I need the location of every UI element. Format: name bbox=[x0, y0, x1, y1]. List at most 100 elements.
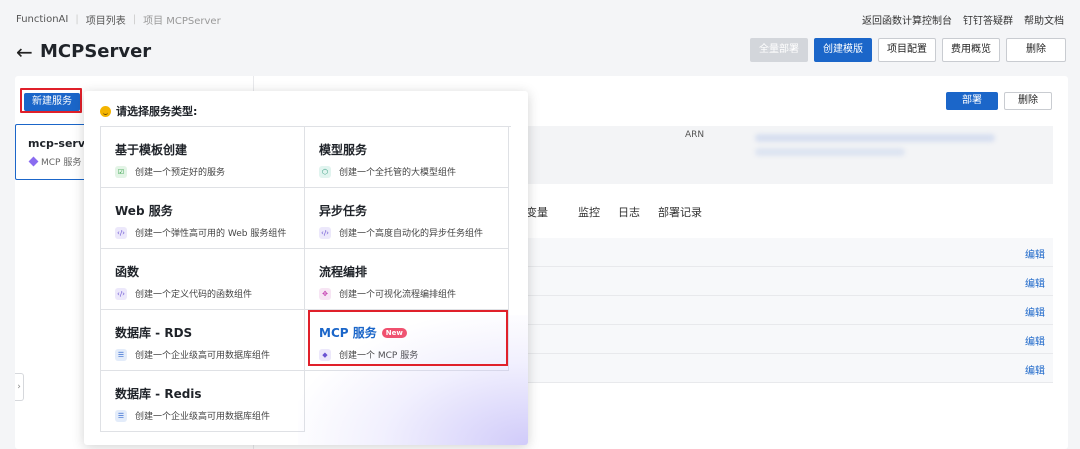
service-type-rds[interactable]: 数据库 - RDS ☰ 创建一个企业级高可用数据库组件 bbox=[101, 310, 305, 371]
arn-value-redacted bbox=[755, 148, 905, 156]
template-icon: ☑ bbox=[115, 165, 127, 178]
deploy-button[interactable]: 部署 bbox=[946, 92, 998, 110]
list-item: 编辑 bbox=[527, 296, 1053, 325]
service-type-desc: 创建一个企业级高可用数据库组件 bbox=[135, 351, 271, 361]
config-rows: 编辑 编辑 编辑 编辑 编辑 bbox=[527, 238, 1053, 383]
popover-title: 请选择服务类型: bbox=[100, 103, 197, 119]
deploy-all-button[interactable]: 全量部署 bbox=[750, 38, 808, 62]
new-badge: New bbox=[381, 327, 407, 338]
service-type-title: 流程编排 bbox=[319, 265, 368, 279]
flow-icon: ✥ bbox=[319, 287, 331, 300]
list-item: 编辑 bbox=[527, 267, 1053, 296]
service-type-desc-row: ‹/› 创建一个高度自动化的异步任务组件 bbox=[319, 226, 483, 239]
database-icon: ☰ bbox=[115, 348, 127, 361]
service-type-workflow[interactable]: 流程编排 ✥ 创建一个可视化流程编排组件 bbox=[305, 249, 509, 310]
page-title: MCPServer bbox=[40, 41, 152, 62]
service-type-model[interactable]: 模型服务 ⬡ 创建一个全托管的大模型组件 bbox=[305, 127, 509, 188]
breadcrumb-projects[interactable]: 项目列表 bbox=[86, 12, 126, 27]
service-type-desc-row: ‹/› 创建一个定义代码的函数组件 bbox=[115, 287, 252, 300]
breadcrumb-current: 项目 MCPServer bbox=[143, 15, 221, 27]
arn-label: ARN bbox=[685, 130, 705, 140]
delete-project-button[interactable]: 删除 bbox=[1006, 38, 1066, 62]
service-type-title: 数据库 - RDS bbox=[115, 326, 193, 340]
list-item: 编辑 bbox=[527, 238, 1053, 267]
new-service-highlight bbox=[20, 88, 82, 113]
service-type-popover: 请选择服务类型: 基于模板创建 ☑ 创建一个预定好的服务 模型服务 ⬡ 创建一个全托… bbox=[84, 91, 528, 445]
service-card[interactable]: mcp-server MCP 服务 bbox=[15, 124, 95, 180]
database-icon: ☰ bbox=[115, 409, 127, 422]
back-arrow-icon[interactable]: ← bbox=[16, 40, 33, 64]
code-icon: ‹/› bbox=[115, 287, 127, 300]
popover-title-text: 请选择服务类型: bbox=[116, 105, 198, 118]
service-type-desc: 创建一个可视化流程编排组件 bbox=[339, 290, 457, 300]
service-type-template[interactable]: 基于模板创建 ☑ 创建一个预定好的服务 bbox=[101, 127, 305, 188]
service-type-redis[interactable]: 数据库 - Redis ☰ 创建一个企业级高可用数据库组件 bbox=[101, 371, 305, 432]
back-to-console-link[interactable]: 返回函数计算控制台 bbox=[862, 12, 952, 27]
sidebar-collapse-handle[interactable]: › bbox=[15, 373, 24, 401]
tab-monitoring[interactable]: 监控 bbox=[578, 204, 600, 220]
edit-link[interactable]: 编辑 bbox=[1025, 362, 1045, 377]
dingtalk-group-link[interactable]: 钉钉答疑群 bbox=[963, 12, 1013, 27]
breadcrumb-separator: | bbox=[75, 13, 79, 25]
service-type-desc: 创建一个预定好的服务 bbox=[135, 168, 226, 178]
create-template-button[interactable]: 创建模版 bbox=[814, 38, 872, 62]
edit-link[interactable]: 编辑 bbox=[1025, 246, 1045, 261]
service-type-desc: 创建一个高度自动化的异步任务组件 bbox=[339, 229, 484, 239]
service-type-desc-row: ☰ 创建一个企业级高可用数据库组件 bbox=[115, 409, 270, 422]
code-icon: ‹/› bbox=[319, 226, 331, 239]
service-type-desc: 创建一个弹性高可用的 Web 服务组件 bbox=[135, 229, 287, 239]
tab-logs[interactable]: 日志 bbox=[618, 204, 640, 220]
service-type-desc: 创建一个全托管的大模型组件 bbox=[339, 168, 457, 178]
service-type-desc-row: ☰ 创建一个企业级高可用数据库组件 bbox=[115, 348, 270, 361]
service-type-desc-row: ◆ 创建一个 MCP 服务 bbox=[319, 348, 418, 361]
service-type-title: 基于模板创建 bbox=[115, 143, 188, 157]
service-type-desc-row: ‹/› 创建一个弹性高可用的 Web 服务组件 bbox=[115, 226, 286, 239]
service-type-mcp[interactable]: MCP 服务 New ◆ 创建一个 MCP 服务 bbox=[305, 310, 509, 371]
chevron-right-icon: › bbox=[17, 382, 21, 392]
list-item: 编辑 bbox=[527, 325, 1053, 354]
delete-service-button[interactable]: 删除 bbox=[1004, 92, 1052, 110]
cost-overview-button[interactable]: 费用概览 bbox=[942, 38, 1000, 62]
edit-link[interactable]: 编辑 bbox=[1025, 333, 1045, 348]
breadcrumb-separator: | bbox=[132, 13, 137, 25]
service-type-title: 异步任务 bbox=[319, 204, 368, 218]
list-item: 编辑 bbox=[527, 354, 1053, 383]
mcp-diamond-icon bbox=[28, 156, 39, 167]
top-links: 返回函数计算控制台 钉钉答疑群 帮助文档 bbox=[862, 12, 1064, 27]
edit-link[interactable]: 编辑 bbox=[1025, 275, 1045, 290]
service-type-desc: 创建一个 MCP 服务 bbox=[339, 351, 419, 361]
project-config-button[interactable]: 项目配置 bbox=[878, 38, 936, 62]
service-type-web[interactable]: Web 服务 ‹/› 创建一个弹性高可用的 Web 服务组件 bbox=[101, 188, 305, 249]
service-type-function[interactable]: 函数 ‹/› 创建一个定义代码的函数组件 bbox=[101, 249, 305, 310]
arn-value-redacted bbox=[755, 134, 995, 142]
service-type-desc-row: ⬡ 创建一个全托管的大模型组件 bbox=[319, 165, 456, 178]
service-card-type: MCP 服务 bbox=[28, 155, 82, 168]
smile-icon bbox=[100, 105, 111, 117]
tab-deploy-records[interactable]: 部署记录 bbox=[658, 204, 702, 220]
mcp-icon: ◆ bbox=[319, 348, 331, 361]
detail-tabs: 务变量 监控 日志 部署记录 bbox=[515, 204, 720, 220]
page-header: ← MCPServer 全量部署 创建模版 项目配置 费用概览 删除 bbox=[0, 38, 1080, 68]
service-type-title-row: MCP 服务 New bbox=[319, 324, 407, 341]
top-bar: FunctionAI | 项目列表 | 项目 MCPServer 返回函数计算控… bbox=[0, 0, 1080, 38]
code-icon: ‹/› bbox=[115, 226, 127, 239]
service-type-desc-row: ✥ 创建一个可视化流程编排组件 bbox=[319, 287, 456, 300]
service-type-title: MCP 服务 bbox=[319, 326, 377, 340]
service-type-title: 模型服务 bbox=[319, 143, 368, 157]
service-card-type-label: MCP 服务 bbox=[41, 158, 82, 168]
service-type-title: Web 服务 bbox=[115, 204, 173, 218]
service-type-async-task[interactable]: 异步任务 ‹/› 创建一个高度自动化的异步任务组件 bbox=[305, 188, 509, 249]
service-info-box: ARN bbox=[527, 126, 1053, 184]
header-actions: 全量部署 创建模版 项目配置 费用概览 删除 bbox=[750, 38, 1066, 62]
service-type-desc: 创建一个定义代码的函数组件 bbox=[135, 290, 253, 300]
service-type-title: 数据库 - Redis bbox=[115, 387, 202, 401]
breadcrumb: FunctionAI | 项目列表 | 项目 MCPServer bbox=[16, 12, 221, 27]
service-type-grid: 基于模板创建 ☑ 创建一个预定好的服务 模型服务 ⬡ 创建一个全托管的大模型组件 W… bbox=[100, 126, 511, 432]
help-docs-link[interactable]: 帮助文档 bbox=[1024, 12, 1064, 27]
cube-icon: ⬡ bbox=[319, 165, 331, 178]
service-type-title: 函数 bbox=[115, 265, 140, 279]
edit-link[interactable]: 编辑 bbox=[1025, 304, 1045, 319]
service-type-desc: 创建一个企业级高可用数据库组件 bbox=[135, 412, 271, 422]
service-type-desc-row: ☑ 创建一个预定好的服务 bbox=[115, 165, 225, 178]
breadcrumb-root[interactable]: FunctionAI bbox=[16, 14, 68, 25]
